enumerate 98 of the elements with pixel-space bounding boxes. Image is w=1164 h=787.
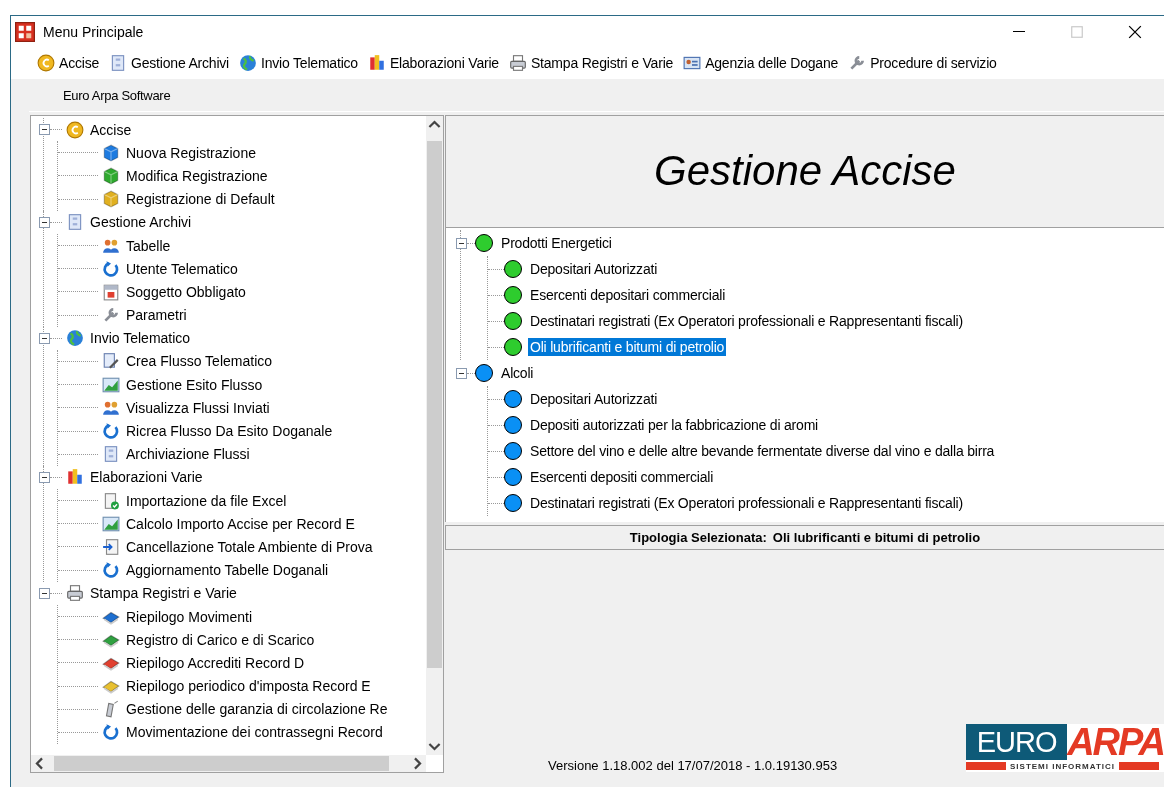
- tree-item[interactable]: Utente Telematico: [126, 260, 238, 277]
- tree-item[interactable]: Alcoli: [499, 364, 536, 382]
- tree-item[interactable]: Calcolo Importo Accise per Record E: [126, 515, 355, 532]
- tree-item[interactable]: Depositi autorizzati per la fabbricazione di aromi: [528, 416, 821, 434]
- horizontal-scrollbar[interactable]: [31, 755, 426, 772]
- status-dot: [504, 442, 522, 460]
- collapse-toggle[interactable]: [39, 587, 50, 599]
- tree-item[interactable]: Registrazione di Default: [126, 191, 275, 208]
- tree-item[interactable]: Gestione Archivi: [90, 214, 192, 231]
- page-title: Gestione Accise: [654, 146, 956, 196]
- refresh-icon: [102, 723, 120, 742]
- document-check-icon: [102, 491, 120, 510]
- archive-icon: [66, 213, 84, 232]
- tree-item[interactable]: Depositari Autorizzati: [528, 260, 660, 278]
- tree-item[interactable]: Tabelle: [126, 237, 171, 254]
- minimize-icon: [1012, 31, 1026, 32]
- status-label: Tipologia Selezionata:: [629, 530, 767, 545]
- chart-icon: [102, 514, 120, 533]
- tree-item[interactable]: Destinatari registrati (Ex Operatori professionali e Rappresentanti fiscali): [528, 312, 965, 330]
- tree-item[interactable]: Gestione delle garanzia di circolazione Re: [126, 701, 388, 718]
- tree-item[interactable]: Cancellazione Totale Ambiente di Prova: [126, 538, 373, 555]
- status-dot: [504, 260, 522, 278]
- refresh-icon: [102, 561, 120, 580]
- tree-item[interactable]: Destinatari registrati (Ex Operatori professionali e Rappresentanti fiscali): [528, 494, 965, 512]
- cube-icon: [102, 166, 120, 185]
- tree-item[interactable]: Modifica Registrazione: [126, 167, 268, 184]
- app-icon: [15, 21, 35, 42]
- close-icon: [1128, 24, 1142, 39]
- status-value: Oli lubrificanti e bitumi di petrolio: [772, 530, 981, 545]
- tree-item[interactable]: Oli lubrificanti e bitumi di petrolio: [528, 338, 727, 356]
- tree-item[interactable]: Visualizza Flussi Inviati: [126, 399, 270, 416]
- collapse-toggle[interactable]: [39, 216, 50, 228]
- tree-item[interactable]: Settore del vino e delle altre bevande fermentate diverse dal vino e dalla birra: [528, 442, 997, 460]
- menu-item[interactable]: Invio Telematico: [237, 52, 360, 74]
- tree-item[interactable]: Crea Flusso Telematico: [126, 353, 273, 370]
- collapse-toggle[interactable]: [456, 237, 467, 249]
- tree-item[interactable]: Nuova Registrazione: [126, 144, 256, 161]
- tree-item[interactable]: Parametri: [126, 307, 187, 324]
- wrench-icon: [848, 54, 867, 72]
- status-dot: [504, 494, 522, 512]
- printer-icon: [508, 54, 527, 72]
- tree-item[interactable]: Stampa Registri e Varie: [90, 585, 237, 602]
- globe-icon: [66, 329, 84, 348]
- coin-icon: [37, 54, 55, 72]
- tree-item[interactable]: Archiviazione Flussi: [126, 446, 250, 463]
- maximize-icon: [1070, 24, 1084, 39]
- tree-item[interactable]: Esercenti depositi commerciali: [528, 468, 716, 486]
- tree-item[interactable]: Aggiornamento Tabelle Doganali: [126, 562, 329, 579]
- tree-item[interactable]: Esercenti depositari commerciali: [528, 286, 728, 304]
- tree-item[interactable]: Riepilogo Movimenti: [126, 608, 253, 625]
- printer-icon: [66, 584, 84, 603]
- refresh-icon: [102, 259, 120, 278]
- tree-item[interactable]: Importazione da file Excel: [126, 492, 287, 509]
- collapse-toggle[interactable]: [39, 124, 50, 136]
- collapse-toggle[interactable]: [39, 332, 50, 344]
- toolbar-button[interactable]: Euro Arpa Software: [59, 85, 175, 105]
- document-pen-icon: [102, 352, 120, 371]
- menu-item[interactable]: Procedure di servizio: [846, 52, 999, 74]
- bars-icon: [66, 468, 84, 487]
- status-dot: [504, 390, 522, 408]
- window-title: Menu Principale: [43, 23, 144, 40]
- tree-item[interactable]: Ricrea Flusso Da Esito Doganale: [126, 423, 333, 440]
- version-text: Versione 1.18.002 del 17/07/2018 - 1.0.19130.953: [548, 758, 839, 775]
- tree-item[interactable]: Soggetto Obbligato: [126, 283, 246, 300]
- tree-item[interactable]: Gestione Esito Flusso: [126, 376, 263, 393]
- vertical-scrollbar[interactable]: [426, 116, 443, 755]
- calendar-icon: [102, 282, 120, 301]
- status-dot: [504, 286, 522, 304]
- id-card-icon: [683, 54, 702, 72]
- menu-item[interactable]: Gestione Archivi: [107, 52, 231, 74]
- menu-item[interactable]: Stampa Registri e Varie: [506, 52, 676, 74]
- tree-item[interactable]: Riepilogo periodico d'imposta Record E: [126, 678, 371, 695]
- menu-item[interactable]: Agenzia delle Dogane: [681, 52, 841, 74]
- tree-item[interactable]: Movimentazione dei contrassegni Record: [126, 724, 383, 741]
- bars-icon: [367, 54, 386, 72]
- collapse-toggle[interactable]: [39, 471, 50, 483]
- coin-icon: [66, 120, 84, 139]
- menu-item[interactable]: Accise: [35, 52, 102, 74]
- tree-item[interactable]: Accise: [90, 121, 132, 138]
- status-dot: [504, 468, 522, 486]
- refresh-icon: [102, 422, 120, 441]
- tree-item[interactable]: Riepilogo Accrediti Record D: [126, 654, 305, 671]
- cube-icon: [102, 143, 120, 162]
- globe-icon: [239, 54, 257, 72]
- tree-item[interactable]: Invio Telematico: [90, 330, 191, 347]
- status-dot: [504, 416, 522, 434]
- status-dot: [504, 312, 522, 330]
- tree-item[interactable]: Elaborazioni Varie: [90, 469, 203, 486]
- tree-item[interactable]: Registro di Carico e di Scarico: [126, 631, 315, 648]
- menu-item[interactable]: Elaborazioni Varie: [365, 52, 501, 74]
- collapse-toggle[interactable]: [456, 367, 467, 379]
- tree-item[interactable]: Depositari Autorizzati: [528, 390, 660, 408]
- status-dot: [504, 338, 522, 356]
- cube-icon: [102, 190, 120, 209]
- tree-item[interactable]: Prodotti Energetici: [499, 234, 614, 252]
- chart-icon: [102, 375, 120, 394]
- company-logo: EURO ARPA SISTEMI INFORMATICI: [966, 724, 1164, 772]
- archive-icon: [102, 445, 120, 464]
